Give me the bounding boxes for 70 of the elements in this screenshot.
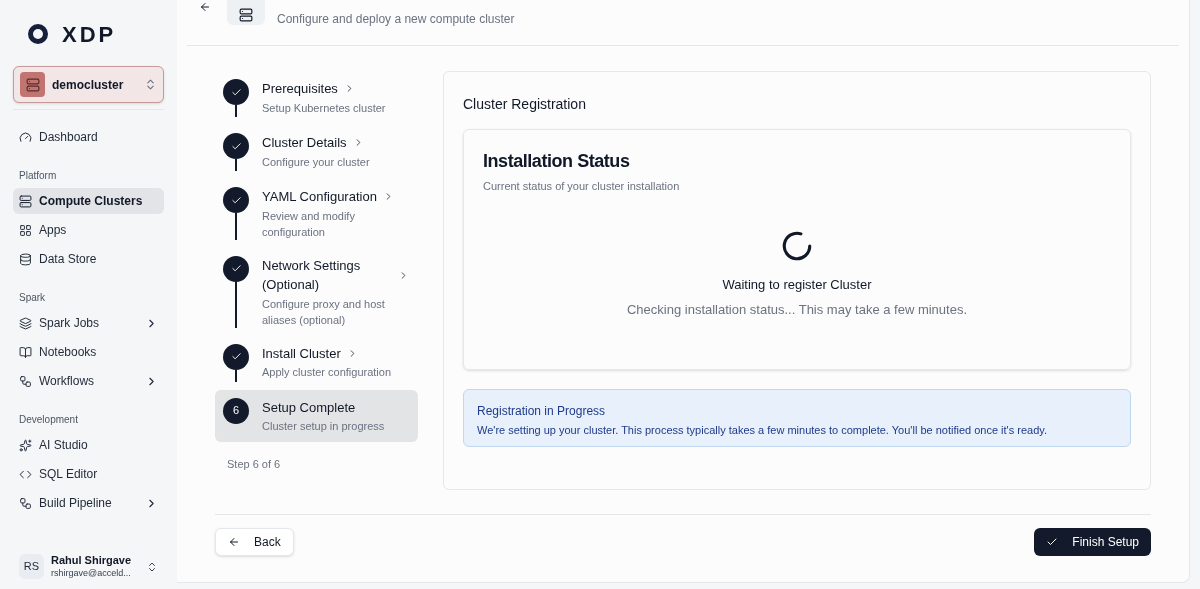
grid-icon: [19, 223, 32, 237]
book-icon: [19, 345, 32, 359]
panel-title: Cluster Registration: [463, 95, 587, 114]
chevrons-updown-icon: [146, 560, 158, 573]
step-title: YAML Configuration: [262, 188, 377, 206]
sidebar-item[interactable]: Dashboard: [13, 124, 164, 150]
back-button[interactable]: Back: [215, 528, 294, 556]
sidebar-item[interactable]: Data Store: [13, 246, 164, 272]
server-icon: [239, 8, 253, 22]
step-subtitle: Setup Kubernetes cluster: [262, 100, 387, 116]
check-icon: [223, 187, 249, 213]
step-title: Network Settings (Optional): [262, 256, 362, 294]
step-counter: Step 6 of 6: [227, 457, 282, 472]
sidebar-item[interactable]: Notebooks: [13, 339, 164, 365]
cluster-selector[interactable]: democluster: [13, 66, 164, 103]
stepper-step[interactable]: Network Settings (Optional) Configure proxy and host aliases (optional): [215, 247, 418, 336]
group-label: Spark: [18, 291, 47, 305]
step-subtitle: Cluster setup in progress: [262, 419, 386, 434]
sidebar-item[interactable]: AI Studio: [13, 432, 164, 458]
sidebar-item[interactable]: Spark Jobs: [13, 310, 164, 336]
stepper-step[interactable]: Install Cluster Apply cluster configuration: [215, 335, 418, 390]
chevrons-updown-icon: [144, 78, 157, 91]
status-subtitle: Current status of your cluster installation: [483, 179, 681, 194]
status-title: Installation Status: [483, 150, 631, 173]
finish-setup-button[interactable]: Finish Setup: [1034, 528, 1151, 556]
group-label: Platform: [18, 169, 58, 183]
logo-text: XDP: [62, 20, 117, 49]
layers-icon: [19, 316, 32, 330]
user-email: rshirgave@acceld...: [51, 567, 132, 579]
check-icon: [1046, 536, 1059, 548]
stepper-step[interactable]: Prerequisites Setup Kubernetes cluster: [215, 71, 418, 125]
notice-title: Registration in Progress: [477, 403, 607, 420]
check-icon: [223, 255, 249, 282]
step-subtitle: Configure proxy and host aliases (optional): [262, 296, 386, 328]
arrow-left-icon: [228, 536, 240, 548]
step-number: 6: [223, 397, 249, 424]
group-label: Development: [18, 413, 79, 427]
sidebar-item[interactable]: Apps: [13, 217, 164, 243]
status-detail: Checking installation status... This may take a few minutes.: [626, 301, 968, 319]
stepper-step[interactable]: Cluster Details Configure your cluster: [215, 125, 418, 179]
stepper-step[interactable]: YAML Configuration Review and modify configuration: [215, 179, 418, 248]
server-icon: [19, 194, 32, 208]
user-avatar: RS: [19, 554, 44, 579]
sidebar-item[interactable]: Build Pipeline: [13, 490, 164, 516]
sparkles-icon: [19, 438, 32, 452]
workflow-icon: [19, 374, 32, 388]
step-title: Cluster Details: [262, 134, 347, 152]
sidebar-item[interactable]: Compute Clusters: [13, 188, 164, 214]
step-title: Prerequisites: [262, 80, 338, 98]
workflow-icon: [19, 496, 32, 510]
server-icon: [20, 72, 45, 97]
sidebar-item[interactable]: Workflows: [13, 368, 164, 394]
database-icon: [19, 252, 32, 266]
step-subtitle: Configure your cluster: [262, 154, 371, 170]
gauge-icon: [19, 130, 32, 144]
user-name: Rahul Shirgave: [51, 554, 133, 568]
step-title: Install Cluster: [262, 344, 341, 363]
check-icon: [223, 133, 249, 159]
stepper-step[interactable]: 6 Setup Complete Cluster setup in progress: [215, 389, 418, 442]
step-subtitle: Review and modify configuration: [262, 208, 356, 240]
check-icon: [223, 79, 249, 105]
sidebar-item[interactable]: SQL Editor: [13, 461, 164, 487]
step-title: Setup Complete: [262, 398, 356, 417]
header-subtitle: Configure and deploy a new compute cluster: [277, 11, 515, 28]
status-message: Waiting to register Cluster: [722, 275, 872, 294]
back-arrow-icon[interactable]: [199, 1, 211, 13]
notice-text: We're setting up your cluster. This process typically takes a few minutes to complete. You'll be notified once it's ready.: [477, 423, 1049, 438]
logo-icon: [28, 24, 48, 44]
step-subtitle: Apply cluster configuration: [262, 365, 392, 380]
check-icon: [223, 343, 249, 370]
